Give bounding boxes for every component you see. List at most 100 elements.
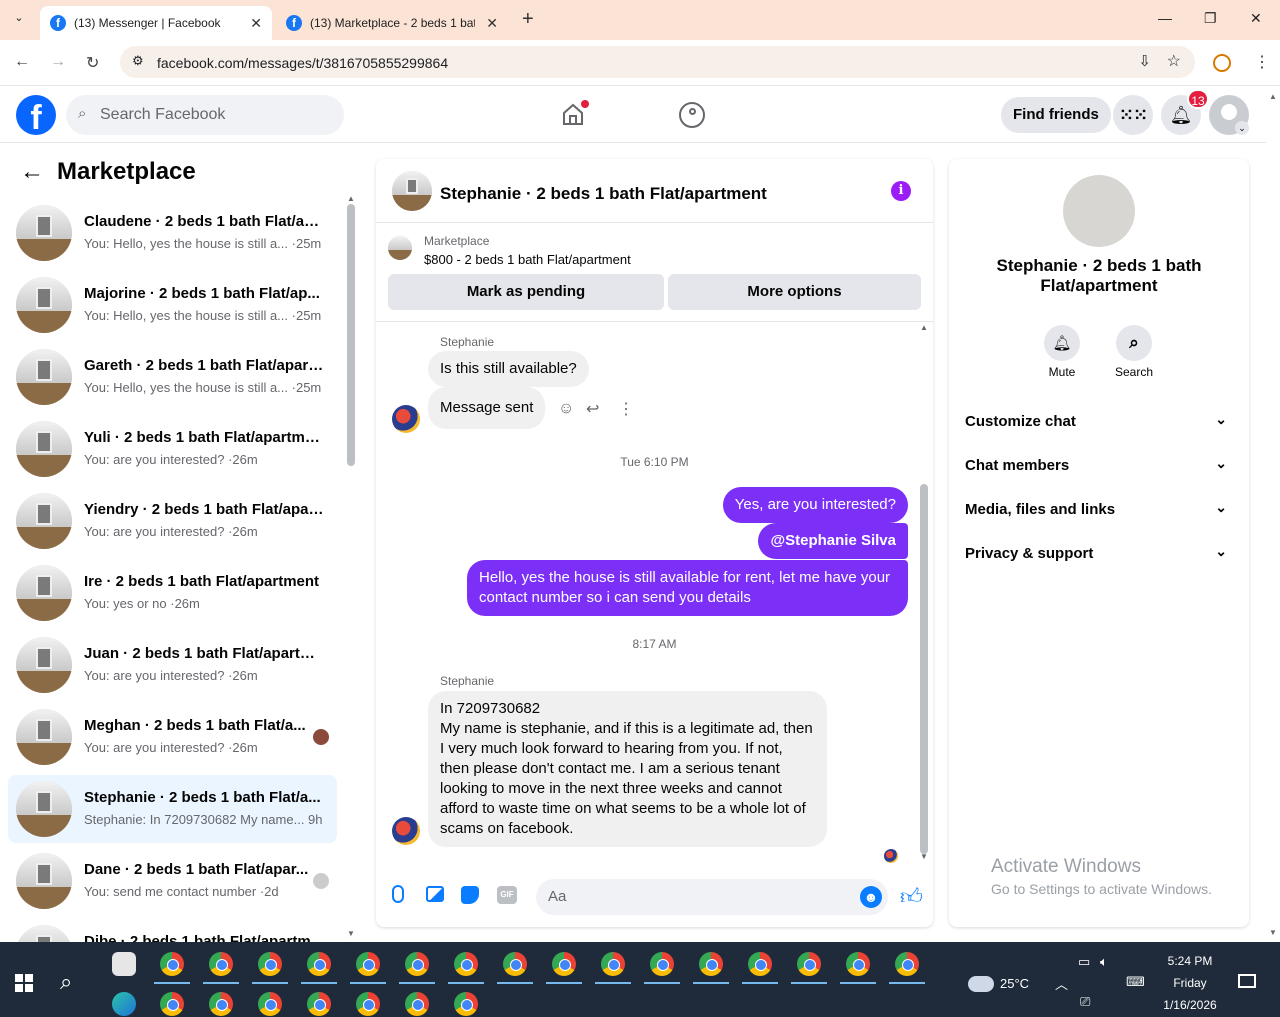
- chrome-icon[interactable]: [601, 952, 625, 976]
- info-icon[interactable]: i: [891, 181, 911, 201]
- conversation-item[interactable]: Majorine · 2 beds 1 bath Flat/ap... You: …: [8, 271, 337, 339]
- conversation-item[interactable]: Stephanie · 2 beds 1 bath Flat/a... Steph…: [8, 775, 337, 843]
- tab-search-icon[interactable]: ⌄: [8, 11, 30, 31]
- taskbar-search-icon[interactable]: ⌕: [60, 969, 72, 995]
- outgoing-message[interactable]: @Stephanie Silva: [758, 523, 908, 559]
- search-conversation-button[interactable]: ⌕: [1116, 325, 1152, 361]
- listing-thumbnail[interactable]: [388, 236, 412, 260]
- url-field[interactable]: ⚙ facebook.com/messages/t/38167058552998…: [120, 46, 1195, 78]
- install-app-icon[interactable]: ⇩: [1138, 52, 1151, 70]
- clock-day[interactable]: Friday: [1150, 976, 1230, 990]
- conversation-item[interactable]: Yiendry · 2 beds 1 bath Flat/apar... You:…: [8, 487, 337, 555]
- close-icon[interactable]: ✕: [250, 15, 262, 32]
- sender-avatar[interactable]: [392, 817, 420, 845]
- site-info-icon[interactable]: ⚙: [132, 53, 144, 69]
- details-avatar[interactable]: [1063, 175, 1135, 247]
- chrome-icon[interactable]: [797, 952, 821, 976]
- chrome-icon[interactable]: [356, 992, 380, 1016]
- chrome-icon[interactable]: [748, 952, 772, 976]
- sidebar-scrollbar[interactable]: [347, 204, 355, 466]
- chat-title[interactable]: Stephanie · 2 beds 1 bath Flat/apartment: [440, 184, 767, 204]
- tab-messenger[interactable]: f (13) Messenger | Facebook ✕: [40, 6, 272, 40]
- account-avatar-button[interactable]: ⌄: [1209, 95, 1249, 135]
- chrome-icon[interactable]: [258, 992, 282, 1016]
- microphone-icon[interactable]: [392, 885, 404, 903]
- edge-icon[interactable]: [112, 992, 136, 1016]
- conversation-item[interactable]: Meghan · 2 beds 1 bath Flat/a... You: are…: [8, 703, 337, 771]
- message-input[interactable]: Aa ☻: [536, 879, 888, 915]
- search-facebook-input[interactable]: ⌕ Search Facebook: [66, 95, 344, 135]
- conversation-item[interactable]: Yuli · 2 beds 1 bath Flat/apartment You: …: [8, 415, 337, 483]
- conversation-item[interactable]: Claudene · 2 beds 1 bath Flat/ap... You: …: [8, 199, 337, 267]
- more-actions-icon[interactable]: ⋮: [618, 399, 634, 419]
- tab-marketplace[interactable]: f (13) Marketplace - 2 beds 1 bat ✕: [276, 6, 508, 40]
- network-icon[interactable]: ▭: [1078, 954, 1090, 970]
- emoji-icon[interactable]: ☻: [860, 886, 882, 908]
- chrome-icon[interactable]: [307, 992, 331, 1016]
- clock-time[interactable]: 5:24 PM: [1150, 954, 1230, 968]
- chrome-icon[interactable]: [650, 952, 674, 976]
- photo-icon[interactable]: [426, 886, 444, 902]
- chrome-icon[interactable]: [258, 952, 282, 976]
- windows-start-icon[interactable]: [15, 974, 33, 992]
- chrome-icon[interactable]: [454, 952, 478, 976]
- conversation-item[interactable]: Ire · 2 beds 1 bath Flat/apartment You: y…: [8, 559, 337, 627]
- home-icon[interactable]: [560, 100, 589, 127]
- conversation-item[interactable]: Dibe · 2 beds 1 bath Flat/apartm...: [8, 919, 337, 942]
- weather-icon[interactable]: [968, 976, 994, 992]
- restore-icon[interactable]: ❐: [1204, 10, 1217, 27]
- chevron-up-icon[interactable]: ︿: [1055, 974, 1068, 993]
- volume-icon[interactable]: 🔈︎: [1100, 954, 1108, 970]
- browser-menu-icon[interactable]: ⋮: [1254, 52, 1270, 72]
- chrome-icon[interactable]: [356, 952, 380, 976]
- chrome-icon[interactable]: [209, 992, 233, 1016]
- incoming-message[interactable]: Is this still available?: [428, 351, 589, 387]
- menu-grid-button[interactable]: ⁙⁙: [1113, 95, 1153, 135]
- bookmark-star-icon[interactable]: ☆: [1167, 51, 1181, 71]
- scroll-up-icon[interactable]: ▲: [920, 323, 928, 332]
- chrome-icon[interactable]: [307, 952, 331, 976]
- outgoing-message[interactable]: Yes, are you interested?: [722, 487, 908, 523]
- chrome-icon[interactable]: [895, 952, 919, 976]
- close-icon[interactable]: ✕: [486, 15, 498, 32]
- temperature[interactable]: 25°C: [1000, 976, 1029, 991]
- meet-icon[interactable]: ⎚: [1080, 994, 1090, 1010]
- chrome-icon[interactable]: [552, 952, 576, 976]
- outgoing-message[interactable]: Hello, yes the house is still available …: [467, 560, 908, 616]
- mute-button[interactable]: 🔔︎: [1044, 325, 1080, 361]
- clock-date[interactable]: 1/16/2026: [1150, 998, 1230, 1012]
- media-files-links-section[interactable]: Media, files and links ⌄: [965, 499, 1233, 518]
- conversation-item[interactable]: Juan · 2 beds 1 bath Flat/apartm... You: …: [8, 631, 337, 699]
- new-tab-button[interactable]: +: [522, 8, 534, 31]
- reload-icon[interactable]: ↻: [86, 53, 99, 73]
- facebook-logo-icon[interactable]: f: [16, 95, 56, 135]
- mark-as-pending-button[interactable]: Mark as pending: [388, 274, 664, 310]
- chrome-icon[interactable]: [846, 952, 870, 976]
- keyboard-icon[interactable]: ⌨: [1126, 974, 1145, 990]
- chrome-icon[interactable]: [405, 992, 429, 1016]
- chrome-icon[interactable]: [160, 952, 184, 976]
- react-icon[interactable]: ☺: [558, 400, 574, 418]
- reply-icon[interactable]: ↩: [586, 399, 599, 419]
- forward-arrow-icon[interactable]: →: [50, 53, 66, 71]
- sender-avatar[interactable]: [392, 405, 420, 433]
- gif-icon[interactable]: GIF: [497, 886, 517, 904]
- chrome-icon[interactable]: [699, 952, 723, 976]
- scroll-up-icon[interactable]: ▲: [347, 194, 355, 203]
- chrome-icon[interactable]: [454, 992, 478, 1016]
- incoming-message[interactable]: In 7209730682 My name is stephanie, and …: [428, 691, 827, 847]
- more-options-button[interactable]: More options: [668, 274, 921, 310]
- chat-header-avatar[interactable]: [392, 171, 432, 211]
- chrome-icon[interactable]: [209, 952, 233, 976]
- sticker-icon[interactable]: [461, 886, 479, 904]
- window-close-icon[interactable]: ✕: [1250, 10, 1262, 27]
- back-arrow-icon[interactable]: ←: [20, 158, 44, 186]
- scroll-down-icon[interactable]: ▼: [920, 852, 928, 861]
- customize-chat-section[interactable]: Customize chat ⌄: [965, 411, 1233, 430]
- chat-scrollbar[interactable]: [920, 484, 928, 854]
- chrome-icon[interactable]: [503, 952, 527, 976]
- scroll-down-icon[interactable]: ▼: [347, 929, 355, 938]
- message-sent-bubble[interactable]: Message sent: [428, 387, 546, 429]
- groups-icon[interactable]: [679, 102, 705, 128]
- chat-members-section[interactable]: Chat members ⌄: [965, 455, 1233, 474]
